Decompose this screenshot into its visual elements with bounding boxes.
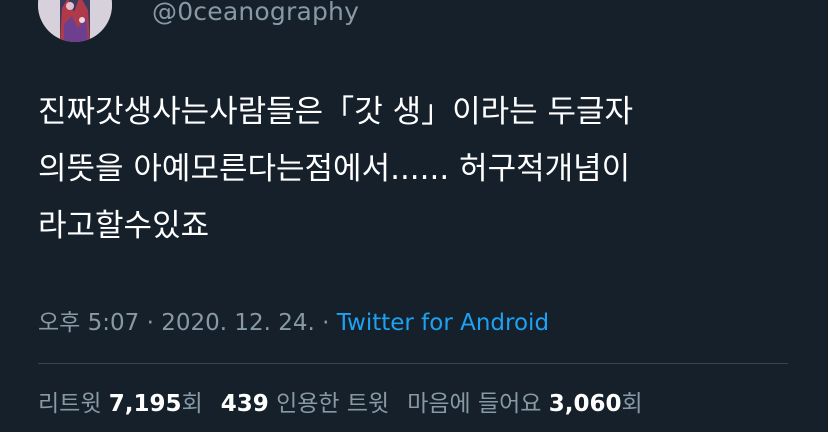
retweets-stat[interactable]: 리트윗 7,195회 [38,384,203,418]
avatar-image [38,0,112,42]
tweet-header: @0ceanography [38,0,359,42]
meta-separator: · [322,310,330,336]
quotes-label: 인용한 트윗 [276,391,390,417]
tweet-stats: 리트윗 7,195회 439 인용한 트윗 마음에 들어요 3,060회 [38,384,643,418]
meta-separator: · [146,310,154,336]
likes-stat[interactable]: 마음에 들어요 3,060회 [407,384,643,418]
tweet-meta: 오후 5:07 · 2020. 12. 24. · Twitter for An… [38,303,549,337]
tweet-text: 진짜갓생사는사람들은「갓 생」이라는 두글자 의뜻을 아예모른다는점에서....… [38,94,634,244]
tweet-source-link[interactable]: Twitter for Android [337,310,549,336]
retweets-suffix: 회 [181,391,203,417]
retweets-count: 7,195 [108,391,182,417]
likes-count: 3,060 [548,391,622,417]
quotes-stat[interactable]: 439 인용한 트윗 [221,384,389,418]
quotes-count: 439 [220,391,269,417]
tweet-date[interactable]: 2020. 12. 24. [161,310,315,336]
user-handle[interactable]: @0ceanography [152,0,359,26]
divider [38,363,788,364]
tweet-time[interactable]: 오후 5:07 [38,310,139,336]
likes-label: 마음에 들어요 [407,391,542,417]
likes-suffix: 회 [621,391,643,417]
retweets-label: 리트윗 [38,391,102,417]
avatar[interactable] [38,0,112,42]
tweet-detail: @0ceanography 진짜갓생사는사람들은「갓 생」이라는 두글자 의뜻을… [0,0,828,432]
